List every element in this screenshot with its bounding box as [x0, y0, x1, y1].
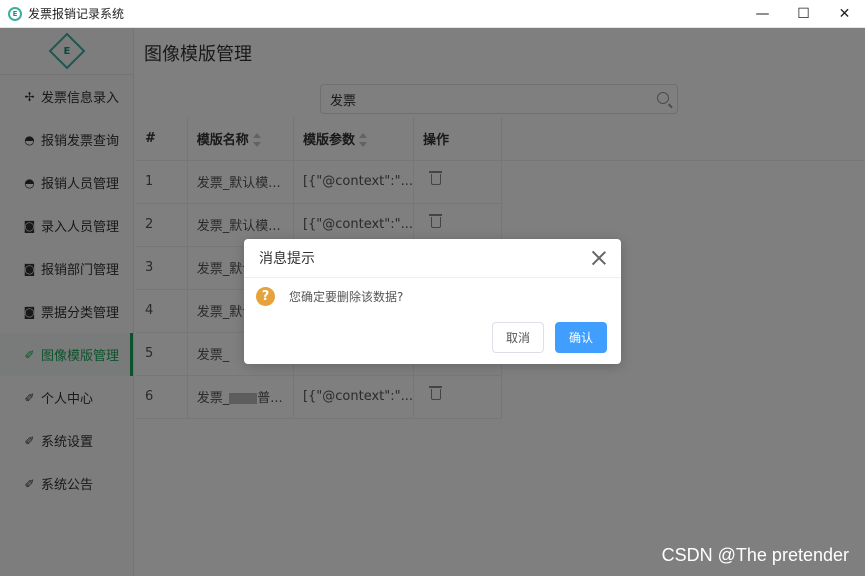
minimize-button[interactable]: — — [742, 0, 783, 28]
window-title: 发票报销记录系统 — [28, 7, 125, 21]
dialog-message: 您确定要删除该数据? — [289, 290, 404, 304]
confirm-dialog: 消息提示 ? 您确定要删除该数据? 取消 确认 — [244, 239, 621, 364]
cancel-button[interactable]: 取消 — [492, 322, 544, 353]
maximize-button[interactable]: ☐ — [783, 0, 824, 28]
dialog-close-icon[interactable] — [591, 250, 607, 266]
confirm-button[interactable]: 确认 — [555, 322, 607, 353]
app-logo-icon: E — [8, 6, 22, 21]
dialog-body: ? 您确定要删除该数据? — [256, 287, 403, 306]
window-controls: — ☐ ✕ — [742, 0, 865, 28]
close-window-button[interactable]: ✕ — [824, 0, 865, 28]
dialog-title: 消息提示 — [244, 239, 621, 278]
watermark: CSDN @The pretender — [661, 545, 849, 565]
warning-icon: ? — [256, 287, 275, 306]
window-titlebar: E 发票报销记录系统 — ☐ ✕ — [0, 0, 865, 28]
